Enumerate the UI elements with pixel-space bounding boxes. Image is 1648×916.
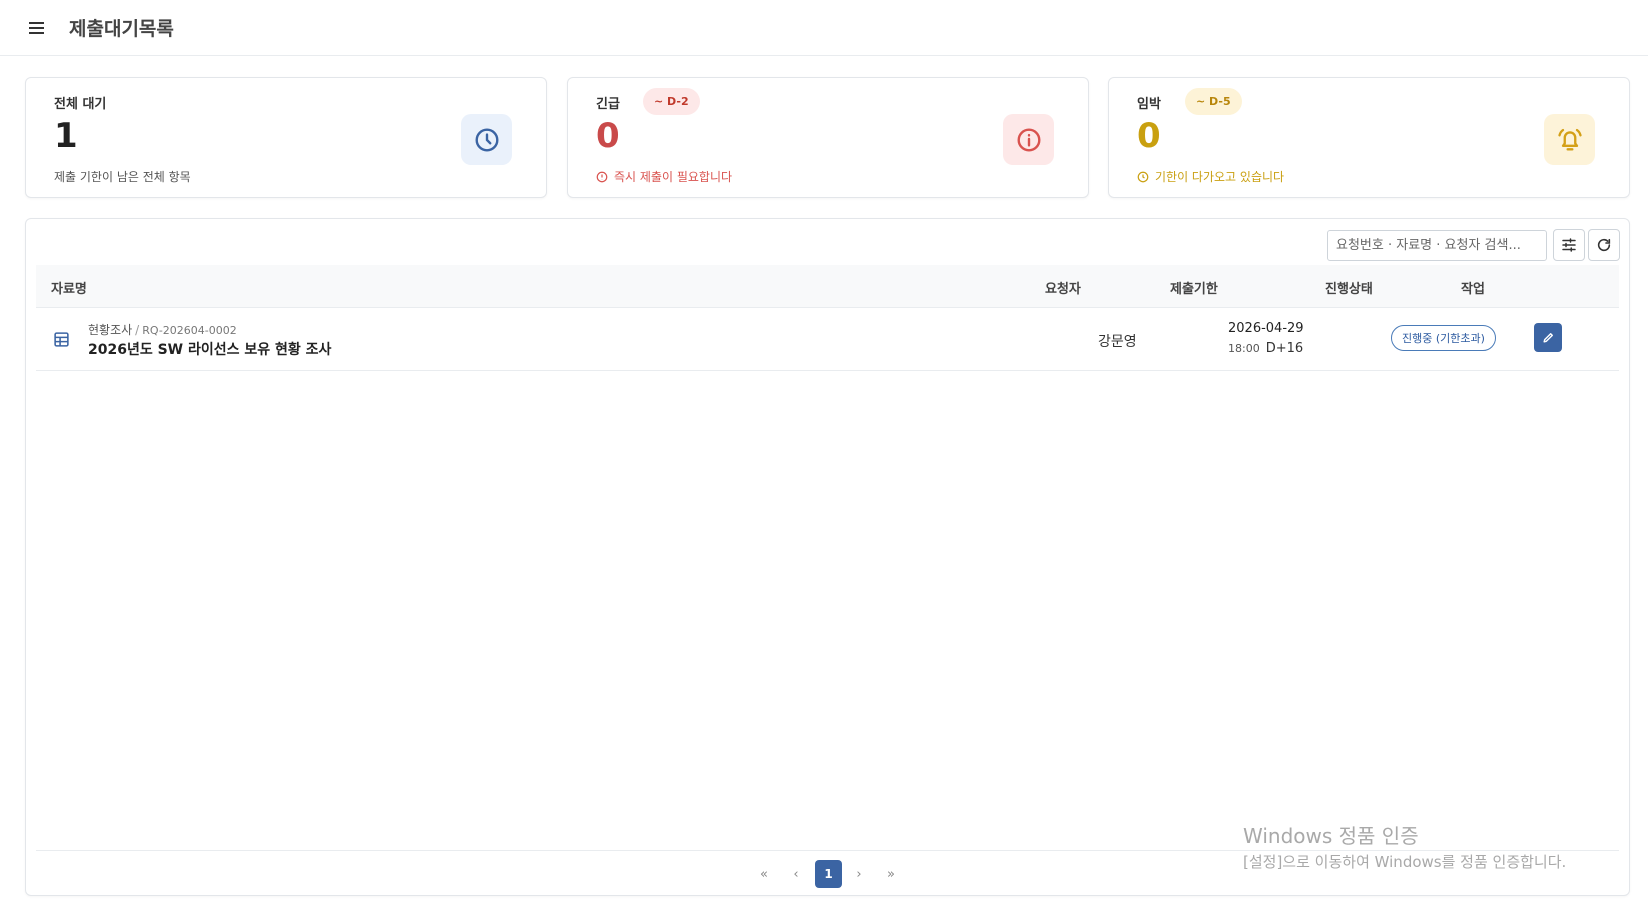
row-category: 현황조사 / RQ-202604-0002 [88, 323, 237, 337]
card-label: 긴급 [596, 97, 620, 112]
summary-cards: 전체 대기 1 제출 기한이 남은 전체 항목 긴급 ~ D-2 0 즉시 제출… [25, 77, 1630, 198]
refresh-button[interactable] [1588, 229, 1620, 261]
row-request-code: RQ-202604-0002 [142, 324, 237, 337]
top-bar: 제출대기목록 [0, 0, 1648, 56]
alarm-bell-icon [1544, 114, 1595, 165]
page-prev-button[interactable]: ‹ [783, 860, 809, 888]
col-header-requester[interactable]: 요청자 [1045, 278, 1081, 297]
page-next-button[interactable]: › [846, 860, 872, 888]
col-header-action: 작업 [1461, 282, 1485, 297]
card-urgent: 긴급 ~ D-2 0 즉시 제출이 필요합니다 [567, 77, 1089, 198]
card-label: 임박 [1137, 97, 1161, 112]
filter-button[interactable] [1553, 229, 1585, 261]
pending-list-panel: 자료명 요청자 제출기한 진행상태 작업 현황조사/RQ-202604-0002… [25, 218, 1630, 896]
urgent-badge: ~ D-2 [643, 88, 700, 115]
page-current-button[interactable]: 1 [815, 860, 842, 888]
imminent-badge: ~ D-5 [1185, 88, 1242, 115]
card-subtitle-text: 제출 기한이 남은 전체 항목 [54, 170, 191, 184]
row-time-text: 18:00 [1228, 342, 1260, 355]
card-subtitle-text: 기한이 다가오고 있습니다 [1155, 170, 1285, 184]
table-row[interactable]: 현황조사 / RQ-202604-0002 2026년도 SW 라이선스 보유 현황… [36, 308, 1619, 371]
watermark-subtitle: [설정]으로 이동하여 Windows를 정품 인증합니다. [1243, 853, 1567, 871]
col-header-deadline[interactable]: 제출기한 [1170, 278, 1218, 297]
row-requester: 강문영 [1098, 334, 1137, 350]
watermark-title: Windows 정품 인증 [1243, 824, 1419, 848]
sliders-icon [1562, 238, 1576, 252]
clock-icon [461, 114, 512, 165]
page-first-button[interactable]: « [751, 860, 777, 888]
hamburger-menu-icon[interactable] [26, 17, 48, 39]
page-last-button[interactable]: » [878, 860, 904, 888]
windows-activation-watermark: Windows 정품 인증 [설정]으로 이동하여 Windows를 정품 인증… [1243, 820, 1566, 872]
row-deadline-date: 2026-04-29 [1228, 321, 1304, 336]
page-title: 제출대기목록 [69, 18, 174, 40]
row-deadline-time: 18:00 D+16 [1228, 341, 1303, 356]
card-label: 전체 대기 [54, 97, 107, 112]
table-grid-icon [54, 332, 69, 347]
card-subtitle-text: 즉시 제출이 필요합니다 [614, 170, 733, 184]
row-dday: D+16 [1265, 341, 1304, 356]
status-badge: 진행중 (기한초과) [1391, 325, 1496, 351]
card-imminent: 임박 ~ D-5 0 기한이 다가오고 있습니다 [1108, 77, 1630, 198]
card-total-pending: 전체 대기 1 제출 기한이 남은 전체 항목 [25, 77, 547, 198]
col-header-name[interactable]: 자료명 [51, 278, 87, 297]
clock-small-icon [1137, 171, 1149, 182]
card-subtitle: 제출 기한이 남은 전체 항목 [54, 168, 191, 185]
alert-circle-icon [1003, 114, 1054, 165]
card-value: 0 [596, 116, 620, 156]
row-title[interactable]: 2026년도 SW 라이선스 보유 현황 조사 [88, 339, 331, 359]
pencil-icon [1542, 333, 1553, 343]
card-value: 1 [54, 116, 78, 156]
search-input[interactable] [1327, 230, 1547, 261]
refresh-icon [1597, 238, 1611, 252]
col-header-status[interactable]: 진행상태 [1325, 278, 1373, 297]
card-subtitle: 기한이 다가오고 있습니다 [1137, 168, 1284, 185]
card-value: 0 [1137, 116, 1161, 156]
info-circle-icon [596, 171, 608, 182]
table-header: 자료명 요청자 제출기한 진행상태 작업 [36, 265, 1619, 308]
card-subtitle: 즉시 제출이 필요합니다 [596, 168, 732, 185]
row-category-text: 현황조사 [88, 323, 133, 337]
edit-button[interactable] [1534, 323, 1562, 352]
